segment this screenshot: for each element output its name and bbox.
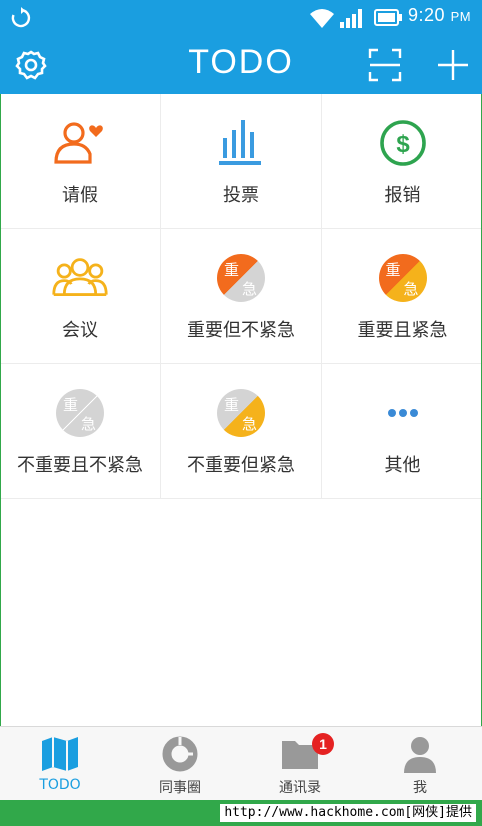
important-char: 重 bbox=[224, 261, 240, 279]
left-border bbox=[0, 94, 1, 800]
important-char: 重 bbox=[224, 396, 240, 414]
grid-item-label: 不重要但紧急 bbox=[187, 455, 295, 476]
sync-icon bbox=[11, 7, 31, 28]
grid-item-label: 投票 bbox=[223, 185, 259, 206]
nav-item-contacts[interactable]: 1 通讯录 bbox=[240, 727, 360, 801]
dollar-circle-icon: $ bbox=[379, 120, 426, 166]
nav-item-colleagues[interactable]: 同事圈 bbox=[120, 727, 240, 801]
grid-item-important-urgent[interactable]: 重 急 重要且紧急 bbox=[322, 229, 482, 364]
grid-item-label: 其他 bbox=[384, 455, 421, 476]
person-icon bbox=[404, 737, 436, 773]
signal-icon bbox=[340, 9, 362, 28]
nav-item-todo[interactable]: TODO bbox=[0, 727, 120, 801]
notification-badge: 1 bbox=[312, 733, 334, 755]
nav-label: TODO bbox=[39, 777, 81, 793]
nav-label: 同事圈 bbox=[159, 780, 201, 796]
urgent-char: 急 bbox=[403, 280, 419, 298]
urgent-char: 急 bbox=[81, 415, 97, 433]
svg-text:$: $ bbox=[396, 131, 410, 158]
more-dots-icon bbox=[387, 409, 418, 417]
important-not-urgent-icon: 重 急 bbox=[217, 254, 265, 302]
grid-item-label: 重要且紧急 bbox=[357, 320, 448, 341]
add-icon[interactable] bbox=[434, 46, 472, 84]
battery-icon bbox=[374, 9, 402, 26]
page-title: TODO bbox=[188, 43, 294, 81]
bottom-nav: TODO 同事圈 1 通讯录 我 bbox=[0, 726, 482, 800]
grid-item-label: 会议 bbox=[62, 320, 98, 341]
grid-item-label: 不重要且不紧急 bbox=[17, 455, 143, 476]
urgent-char: 急 bbox=[242, 415, 258, 433]
watermark-text: http://www.hackhome.com[网侠]提供 bbox=[220, 804, 476, 822]
nav-label: 通讯录 bbox=[279, 780, 321, 796]
grid-item-label: 重要但不紧急 bbox=[187, 320, 295, 341]
grid-item-meeting[interactable]: 会议 bbox=[0, 229, 161, 364]
wifi-icon bbox=[310, 9, 334, 28]
not-important-not-urgent-icon: 重 急 bbox=[56, 389, 104, 437]
grid-item-other[interactable]: 其他 bbox=[322, 364, 482, 499]
important-char: 重 bbox=[63, 396, 79, 414]
important-char: 重 bbox=[385, 261, 401, 279]
person-heart-icon bbox=[54, 122, 103, 164]
grid-item-not-important-not-urgent[interactable]: 重 急 不重要且不紧急 bbox=[0, 364, 161, 499]
nav-label: 我 bbox=[413, 780, 427, 796]
status-time: 9:20 PM bbox=[408, 5, 471, 26]
app-bar: TODO bbox=[0, 36, 482, 94]
grid-item-vote[interactable]: 投票 bbox=[161, 94, 322, 229]
grid-item-reimburse[interactable]: $ 报销 bbox=[322, 94, 482, 229]
grid-item-label: 报销 bbox=[384, 185, 421, 206]
status-time-ampm: PM bbox=[450, 9, 472, 24]
pie-ring-icon bbox=[162, 736, 198, 772]
scan-icon[interactable] bbox=[366, 46, 404, 84]
footer-bar: http://www.hackhome.com[网侠]提供 bbox=[0, 800, 482, 826]
grid-item-label: 请假 bbox=[62, 185, 98, 206]
status-bar: 9:20 PM bbox=[0, 0, 482, 36]
category-grid: 请假 投票 $ 报销 会议 重 急 重要但不紧急 重 急 重要且紧急 重 急 不… bbox=[0, 94, 482, 500]
nav-item-me[interactable]: 我 bbox=[360, 727, 480, 801]
group-people-icon bbox=[52, 258, 108, 297]
grid-item-important-not-urgent[interactable]: 重 急 重要但不紧急 bbox=[161, 229, 322, 364]
not-important-urgent-icon: 重 急 bbox=[217, 389, 265, 437]
urgent-char: 急 bbox=[242, 280, 258, 298]
map-icon bbox=[42, 737, 78, 771]
important-urgent-icon: 重 急 bbox=[378, 254, 427, 302]
status-time-value: 9:20 bbox=[408, 5, 446, 25]
grid-item-leave[interactable]: 请假 bbox=[0, 94, 161, 229]
grid-item-not-important-urgent[interactable]: 重 急 不重要但紧急 bbox=[161, 364, 322, 499]
bar-chart-icon bbox=[219, 120, 261, 165]
